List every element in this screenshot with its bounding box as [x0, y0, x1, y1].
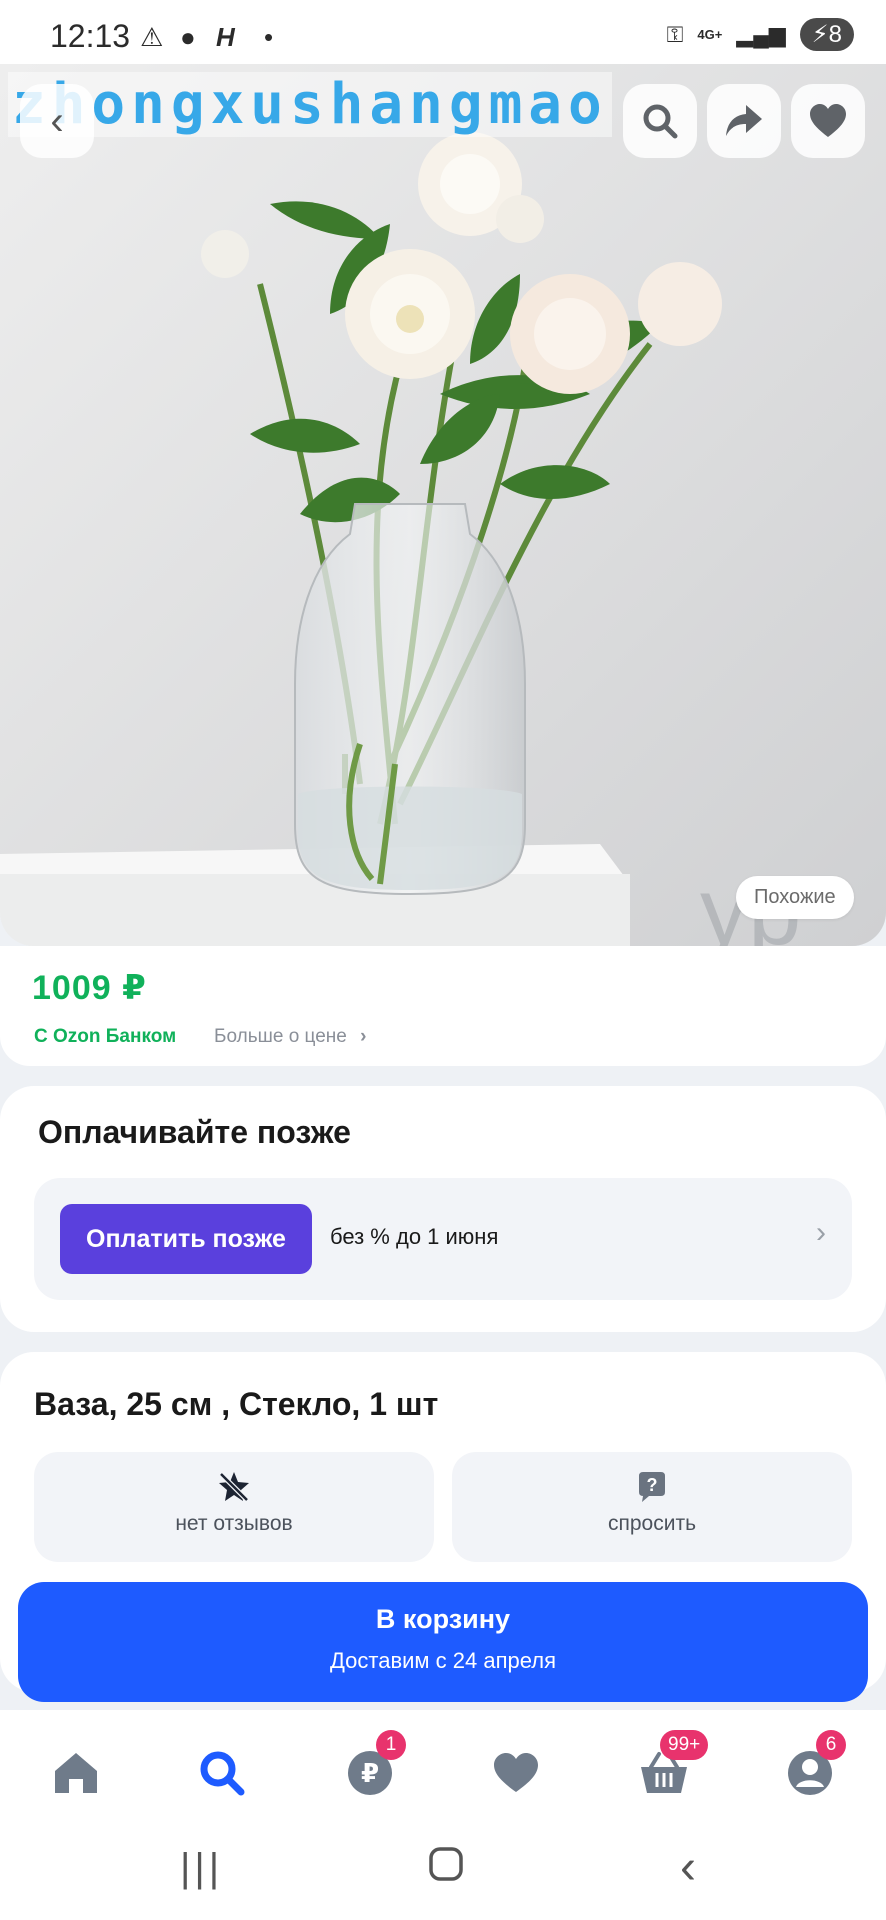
- shop-watermark: zhongxushangmao: [8, 72, 612, 137]
- pay-later-card: Оплачивайте позже Оплатить позже без % д…: [0, 1086, 886, 1332]
- status-bar: 12:13 ⚠ ● H • ⚿ 4G+ ▂▄▆ ⚡8: [0, 0, 886, 64]
- nav-favorites[interactable]: [476, 1738, 556, 1808]
- ask-label: спросить: [607, 1512, 697, 1535]
- nav-home[interactable]: [36, 1738, 116, 1808]
- nav-finance-badge: 1: [376, 1730, 406, 1760]
- vase-with-peonies-illustration: yp: [0, 64, 886, 946]
- home-icon: [55, 1753, 97, 1793]
- nav-finance[interactable]: ₽ 1: [330, 1730, 410, 1808]
- add-to-cart-button[interactable]: В корзину Доставим с 24 апреля: [18, 1582, 868, 1702]
- search-button[interactable]: [623, 84, 697, 158]
- add-to-cart-label: В корзину: [375, 1604, 511, 1634]
- message-icon: ●: [180, 22, 196, 52]
- chevron-right-icon: ›: [360, 1026, 367, 1047]
- similar-button[interactable]: Похожие: [736, 876, 854, 919]
- heart-icon: [494, 1753, 538, 1792]
- more-about-price-link[interactable]: Больше о цене ›: [214, 1026, 366, 1048]
- home-button-icon[interactable]: [428, 1846, 464, 1892]
- price-card: 1009 ₽ С Ozon Банком Больше о цене ›: [0, 946, 886, 1066]
- network-label: 4G+: [697, 27, 723, 42]
- nav-cart[interactable]: 99+: [624, 1730, 709, 1808]
- ask-question-tile[interactable]: ? спросить: [452, 1452, 852, 1562]
- product-title: Ваза, 25 см , Стекло, 1 шт: [34, 1386, 439, 1422]
- share-button[interactable]: [707, 84, 781, 158]
- price-value: 1009 ₽: [32, 969, 147, 1007]
- status-time: 12:13: [50, 18, 131, 54]
- app-notification-icon: H: [216, 22, 235, 52]
- pay-later-row[interactable]: Оплатить позже без % до 1 июня ›: [34, 1178, 852, 1300]
- signal-icon: ▂▄▆: [736, 21, 786, 47]
- back-button[interactable]: ‹: [20, 84, 94, 158]
- dot-icon: •: [264, 22, 274, 52]
- heart-icon: [810, 104, 846, 137]
- favorite-button[interactable]: [791, 84, 865, 158]
- nav-cart-badge: 99+: [660, 1730, 709, 1760]
- question-icon: ?: [452, 1470, 852, 1511]
- share-icon: [726, 105, 762, 136]
- recent-apps-icon[interactable]: |||: [180, 1846, 223, 1891]
- delivery-date-label: Доставим с 24 апреля: [330, 1648, 556, 1673]
- more-about-price-label: Больше о цене: [214, 1026, 347, 1047]
- status-right: ⚿ 4G+ ▂▄▆ ⚡8: [667, 18, 854, 51]
- battery-level: 8: [828, 21, 842, 48]
- battery-badge: ⚡8: [799, 18, 854, 51]
- warning-icon: ⚠: [140, 22, 164, 52]
- chevron-right-icon: ›: [816, 1216, 826, 1249]
- svg-text:₽: ₽: [361, 1759, 379, 1789]
- pay-later-title: Оплачивайте позже: [38, 1114, 351, 1150]
- search-icon: [643, 104, 678, 139]
- ozon-bank-label[interactable]: С Ozon Банком: [34, 1026, 176, 1048]
- reviews-label: нет отзывов: [175, 1512, 293, 1535]
- reviews-tile[interactable]: нет отзывов: [34, 1452, 434, 1562]
- product-image[interactable]: yp: [0, 64, 886, 946]
- nav-search[interactable]: [182, 1738, 262, 1808]
- chevron-left-icon: ‹: [50, 98, 64, 143]
- pay-later-description: без % до 1 июня: [330, 1224, 499, 1249]
- search-icon: [200, 1751, 245, 1796]
- star-off-icon: [34, 1470, 434, 1511]
- nav-profile-badge: 6: [816, 1730, 846, 1760]
- key-icon: ⚿: [666, 21, 684, 47]
- svg-text:?: ?: [647, 1475, 658, 1495]
- nav-profile[interactable]: 6: [770, 1730, 850, 1808]
- pay-later-button[interactable]: Оплатить позже: [60, 1204, 312, 1274]
- system-navigation-bar: ||| ‹: [0, 1840, 886, 1920]
- back-nav-icon[interactable]: ‹: [680, 1840, 696, 1895]
